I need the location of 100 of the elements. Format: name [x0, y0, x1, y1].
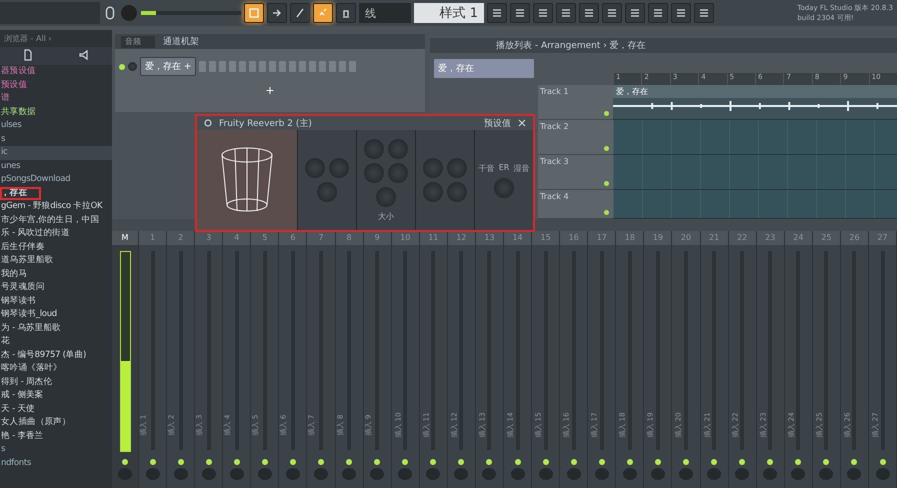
mixer-led[interactable]	[570, 459, 577, 465]
mixer-led[interactable]	[880, 459, 886, 465]
step-button[interactable]	[289, 61, 296, 72]
browser-item[interactable]: 我的马	[0, 268, 112, 281]
browser-item[interactable]: 花	[0, 335, 112, 348]
window-toggle-button[interactable]	[694, 3, 714, 23]
window-toggle-button[interactable]	[602, 3, 622, 23]
step-button[interactable]	[309, 61, 316, 72]
mixer-led[interactable]	[206, 459, 212, 465]
mixer-led[interactable]	[767, 459, 774, 465]
mixer-led[interactable]	[122, 459, 128, 465]
pattern-selector[interactable]: 样式 1	[414, 3, 484, 23]
browser-item[interactable]: unes	[0, 160, 112, 173]
pan-knob[interactable]	[128, 62, 137, 71]
snap-dropdown[interactable]: 线	[359, 3, 411, 23]
toolbar-button[interactable]	[336, 3, 356, 23]
browser-item[interactable]: 钢琴读书	[0, 294, 112, 308]
mixer-led[interactable]	[374, 459, 380, 465]
mixer-led[interactable]	[654, 459, 661, 465]
mixer-led[interactable]	[234, 459, 240, 465]
toolbar-button[interactable]	[267, 3, 287, 23]
mixer-led[interactable]	[262, 459, 268, 465]
channel-button[interactable]: 爱，存在 +	[140, 57, 196, 76]
channel-led[interactable]	[119, 64, 125, 70]
step-button[interactable]	[219, 61, 226, 72]
track-header[interactable]: Track 1	[538, 85, 613, 120]
browser-item[interactable]: ndfonts	[0, 456, 112, 470]
knob[interactable]	[423, 182, 443, 202]
window-toggle-button[interactable]	[579, 3, 599, 23]
knob[interactable]	[364, 138, 384, 158]
track-led[interactable]	[604, 146, 609, 151]
track-header[interactable]: Track 2	[538, 120, 613, 155]
mixer-led[interactable]	[514, 459, 521, 465]
browser-item[interactable]: 后生仔伴奏	[0, 240, 112, 254]
knob[interactable]	[447, 182, 467, 202]
browser-item[interactable]: 道乌苏里船歌	[0, 254, 112, 268]
knob[interactable]	[447, 158, 467, 178]
mixer-led[interactable]	[542, 459, 549, 465]
browser-item[interactable]: s	[0, 132, 112, 146]
browser-item[interactable]: 杰 - 编号89757 (单曲)	[0, 348, 112, 362]
browser-item[interactable]: gGem - 野狼disco 卡拉OK	[0, 200, 112, 214]
add-channel-button[interactable]: +	[265, 84, 275, 97]
browser-item[interactable]: 天 - 天使	[0, 402, 112, 416]
browser-item[interactable]: ulses	[0, 119, 112, 132]
track-led[interactable]	[604, 210, 609, 215]
mixer-led[interactable]	[795, 459, 802, 465]
mixer-led[interactable]	[430, 459, 436, 465]
mixer-led[interactable]	[346, 459, 352, 465]
step-button[interactable]	[279, 61, 286, 72]
step-button[interactable]	[209, 61, 216, 72]
track-led[interactable]	[604, 111, 609, 116]
mixer-led[interactable]	[626, 459, 633, 465]
window-toggle-button[interactable]	[671, 3, 691, 23]
browser-item[interactable]: ic	[0, 146, 112, 160]
knob[interactable]	[364, 162, 384, 182]
knob[interactable]	[317, 182, 337, 202]
step-button[interactable]	[299, 61, 306, 72]
mixer-led[interactable]	[711, 459, 718, 465]
window-toggle-button[interactable]	[648, 3, 668, 23]
browser-item[interactable]: s	[0, 443, 112, 456]
group-dropdown[interactable]: 音频	[121, 36, 155, 48]
step-button[interactable]	[259, 61, 266, 72]
mixer-led[interactable]	[318, 459, 324, 465]
browser-item[interactable]: 女人插曲（原声）	[0, 416, 112, 430]
track-header[interactable]: Track 4	[538, 190, 613, 219]
browser-item[interactable]: 共享数据	[0, 106, 112, 119]
window-toggle-button[interactable]	[487, 3, 507, 23]
browser-item[interactable]: 为 - 乌苏里船歌	[0, 322, 112, 335]
browser-item[interactable]: 预设值	[0, 78, 112, 92]
audio-clip[interactable]: 爱，存在	[613, 85, 897, 119]
browser-item[interactable]: 市少年宫,你的生日，中国	[0, 214, 112, 227]
knob[interactable]	[329, 158, 349, 178]
track-led[interactable]	[604, 181, 609, 186]
browser-item[interactable]: pSongsDownload	[0, 173, 112, 186]
knob[interactable]	[423, 158, 443, 178]
mixer-led[interactable]	[150, 459, 156, 465]
step-button[interactable]	[349, 61, 356, 72]
mixer-led[interactable]	[290, 459, 296, 465]
toolbar-button[interactable]	[290, 3, 310, 23]
mixer-led[interactable]	[739, 459, 746, 465]
mixer-led[interactable]	[486, 459, 492, 465]
mixer-led[interactable]	[683, 459, 690, 465]
toolbar-button[interactable]	[244, 3, 264, 23]
step-button[interactable]	[319, 61, 326, 72]
knob[interactable]	[305, 158, 325, 178]
step-button[interactable]	[339, 61, 346, 72]
browser-item[interactable]: ，存在	[0, 186, 41, 200]
mixer-led[interactable]	[598, 459, 605, 465]
mixer-led[interactable]	[823, 459, 830, 465]
browser-item[interactable]: 喀吟诵《落叶》	[0, 362, 112, 376]
track-header[interactable]: Track 3	[538, 155, 613, 190]
browser-item[interactable]: 谱	[0, 92, 112, 106]
browser-item[interactable]: 号灵魂质问	[0, 281, 112, 294]
step-button[interactable]	[229, 61, 236, 72]
window-toggle-button[interactable]	[625, 3, 645, 23]
browser-item[interactable]: 钢琴读书_loud	[0, 308, 112, 322]
browser-item[interactable]: 艳 - 李香兰	[0, 430, 112, 443]
step-button[interactable]	[199, 61, 206, 72]
window-toggle-button[interactable]	[533, 3, 553, 23]
step-button[interactable]	[249, 61, 256, 72]
